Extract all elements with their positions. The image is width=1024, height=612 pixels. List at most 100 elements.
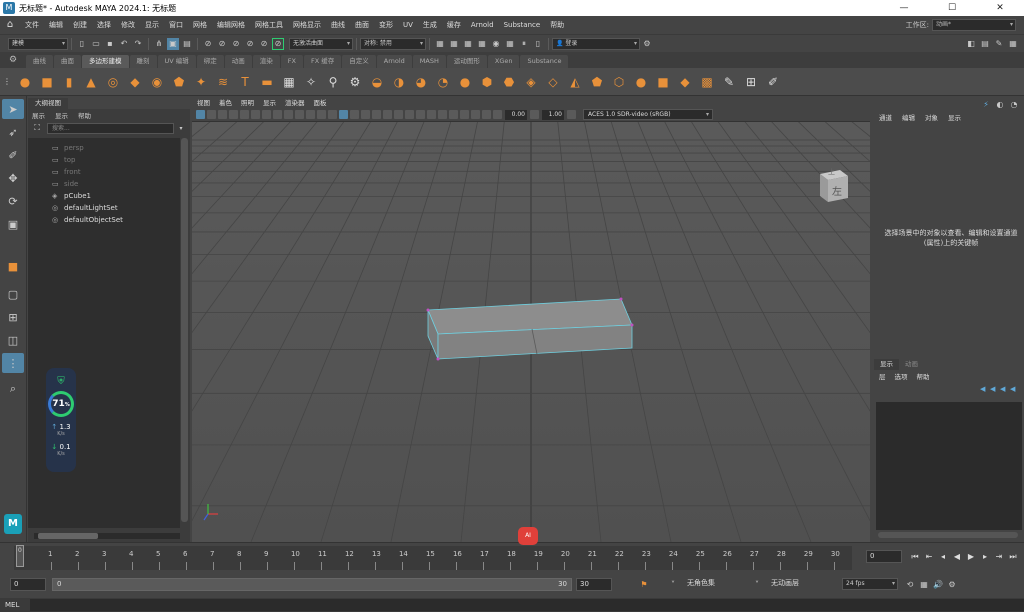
measure-icon[interactable]: ✧ [302,73,320,91]
outliner-item-defaultobjectset[interactable]: ◎ defaultObjectSet [28,214,180,226]
menu-select[interactable]: 选择 [92,20,116,30]
xray-icon[interactable] [460,110,469,119]
outliner-vertical-scrollbar[interactable] [181,138,188,522]
field-chart-icon[interactable] [295,110,304,119]
2d-pan-icon[interactable] [229,110,238,119]
menu-edit[interactable]: 编辑 [44,20,68,30]
menu-mesh-display[interactable]: 网格显示 [288,20,326,30]
depth-of-field-icon[interactable] [438,110,447,119]
wireframe-on-shaded-icon[interactable] [361,110,370,119]
shelf-tab[interactable]: 运动图形 [446,55,487,68]
grease-pencil-icon[interactable] [240,110,249,119]
attribute-editor-icon[interactable]: ◐ [994,98,1006,110]
shelf-tab[interactable]: Substance [520,55,569,68]
menu-mesh-tools[interactable]: 网格工具 [250,20,288,30]
menu-create[interactable]: 创建 [68,20,92,30]
viewport-scene[interactable]: 上 左 [192,122,870,542]
tool-settings-icon[interactable]: ◔ [1008,98,1020,110]
poly-disc-icon[interactable]: ◉ [148,73,166,91]
target-weld-icon[interactable]: ⬟ [588,73,606,91]
connect-icon[interactable]: ⬡ [610,73,628,91]
menu-uv[interactable]: UV [398,21,418,29]
channel-box-icon[interactable]: ▦ [1007,38,1019,50]
redo-icon[interactable]: ↷ [132,38,144,50]
time-slider[interactable]: 1 2 3 4 5 6 7 8 9 10 11 12 13 14 15 16 17 18 19 20 21 22 23 24 2… [0,527,1024,572]
move-tool-icon[interactable]: ✥ [2,168,24,188]
safe-action-icon[interactable] [306,110,315,119]
shelf-tab[interactable]: MASH [412,55,446,68]
last-tool-icon[interactable]: ■ [2,256,24,276]
super-shape-icon[interactable]: ✦ [192,73,210,91]
shelf-tab[interactable]: 雕刻 [129,55,157,68]
menu-curves[interactable]: 曲线 [326,20,350,30]
menu-surfaces[interactable]: 曲面 [350,20,374,30]
shadows-icon[interactable] [394,110,403,119]
svg-icon[interactable]: ▬ [258,73,276,91]
menu-windows[interactable]: 窗口 [164,20,188,30]
shelf-tab[interactable]: 曲面 [54,55,81,68]
gamma-icon[interactable] [530,110,539,119]
mesh-grid-icon[interactable]: ▦ [280,73,298,91]
snap-view-icon[interactable]: ⊘ [244,38,256,50]
combine-icon[interactable]: ◒ [368,73,386,91]
time-slider-track[interactable]: 1 2 3 4 5 6 7 8 9 10 11 12 13 14 15 16 17 18 19 20 21 22 23 24 2… [14,546,852,570]
outliner-layout-icon[interactable]: ⋮ [2,353,24,373]
anim-layer-dropdown[interactable]: 无动画层 [768,577,838,591]
boolean-union-icon[interactable]: ◕ [412,73,430,91]
home-icon[interactable]: ⌂ [3,18,17,32]
layer-menu-layers[interactable]: 层 [879,371,886,381]
shelf-gear-icon[interactable]: ⚙ [0,52,26,68]
step-back-key-icon[interactable]: ⇤ [922,552,936,561]
exposure-field[interactable]: 0.00 [505,109,527,120]
arnold-render-icon[interactable]: ▦ [504,38,516,50]
outliner-menu-item[interactable]: 显示 [55,110,68,120]
shelf-tab[interactable]: 渲染 [252,55,280,68]
go-to-end-icon[interactable]: ⏭ [1006,552,1020,562]
sweep-mesh-icon[interactable]: ≋ [214,73,232,91]
image-plane-icon[interactable] [218,110,227,119]
new-scene-icon[interactable]: ▯ [76,38,88,50]
scroll-thumb[interactable] [38,533,98,539]
attribute-editor-icon[interactable]: ▤ [979,38,991,50]
mirror-icon[interactable]: ⚲ [324,73,342,91]
snap-point-icon[interactable]: ⊘ [230,38,242,50]
outliner-item-pcube1[interactable]: ◈ pCube1 [28,190,180,202]
shelf-tab[interactable]: 绑定 [196,55,224,68]
viewport-menu-show[interactable]: 显示 [263,97,276,107]
outliner-item-side[interactable]: ▭ side [28,178,180,190]
grid-icon[interactable] [251,110,260,119]
channel-box-icon[interactable]: ⚡ [980,98,992,110]
edit-uv-icon[interactable]: ✐ [764,73,782,91]
render-frame-icon[interactable]: ▦ [434,38,446,50]
menu-modify[interactable]: 修改 [116,20,140,30]
range-slider[interactable]: 0 30 [52,577,572,591]
tool-settings-icon[interactable]: ✎ [993,38,1005,50]
bookmark-icon[interactable] [207,110,216,119]
channel-menu-show[interactable]: 显示 [948,112,961,122]
viewport-panel[interactable]: 视图 着色 照明 显示 渲染器 面板 0.00 1.00 ACES 1.0 SD… [192,96,870,542]
outliner-title[interactable]: 大纲视图 [28,98,68,109]
layout-icon[interactable]: ⊞ [742,73,760,91]
menu-help[interactable]: 帮助 [545,20,569,30]
default-material-icon[interactable] [350,110,359,119]
lasso-tool-icon[interactable]: ➶ [2,122,24,142]
sphere-uv-icon[interactable]: ● [632,73,650,91]
minimize-button[interactable]: — [880,3,928,13]
shelf-tab[interactable]: FX [280,55,303,68]
filter-icon[interactable]: ⛶ [31,122,43,134]
channel-menu-object[interactable]: 对象 [925,112,938,122]
layer-menu-options[interactable]: 选项 [895,371,908,381]
command-language-label[interactable]: MEL [0,601,30,609]
smooth-shade-icon[interactable] [339,110,348,119]
render-view-icon[interactable]: ◉ [490,38,502,50]
smooth-icon[interactable]: ● [456,73,474,91]
outliner-horizontal-scrollbar[interactable] [34,533,180,539]
wireframe-icon[interactable] [328,110,337,119]
select-hierarchy-icon[interactable]: ⋔ [153,38,165,50]
current-frame-field[interactable]: 0 [866,550,902,563]
safe-title-icon[interactable] [317,110,326,119]
snap-surface-icon[interactable]: ⊘ [258,38,270,50]
paint-select-icon[interactable]: ✐ [2,145,24,165]
poly-torus-icon[interactable]: ◎ [104,73,122,91]
planar-uv-icon[interactable]: ◆ [676,73,694,91]
